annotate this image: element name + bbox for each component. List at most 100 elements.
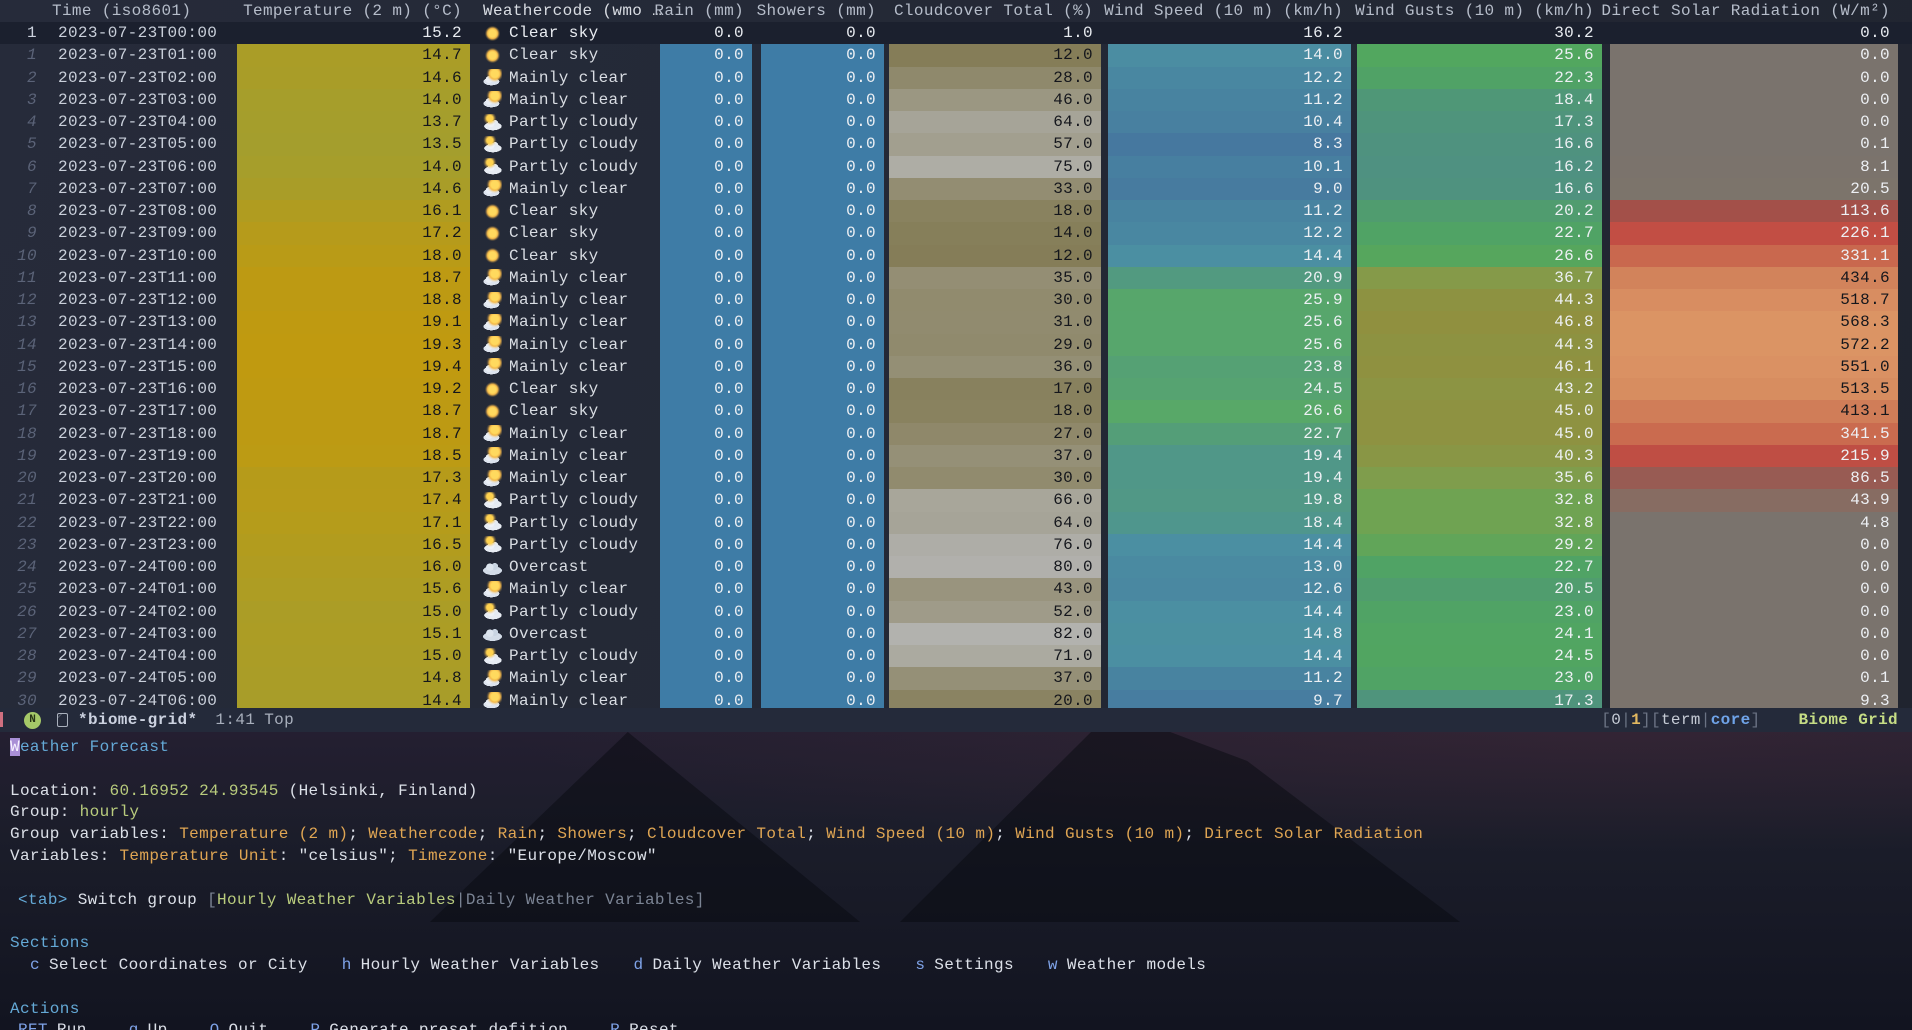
action-item-q[interactable]: qUp bbox=[129, 1020, 168, 1030]
group-variables-list: Temperature (2 m); Weathercode; Rain; Sh… bbox=[179, 825, 1423, 843]
cell-wind: 14.4 bbox=[1108, 645, 1351, 667]
cell-temp: 18.0 bbox=[237, 245, 470, 267]
table-row[interactable]: 212023-07-23T21:0017.4Partly cloudy0.00.… bbox=[0, 489, 1912, 511]
cell-solar: 513.5 bbox=[1610, 378, 1898, 400]
workspace-segment: term bbox=[1661, 711, 1701, 729]
cell-wind: 23.8 bbox=[1108, 356, 1351, 378]
cell-weathercode: Mainly clear bbox=[475, 67, 655, 89]
tab-hint-segment[interactable]: Hourly Weather Variables bbox=[217, 891, 456, 909]
location-coordinates[interactable]: 60.16952 24.93545 bbox=[110, 782, 279, 800]
tab-hint-segment[interactable]: Daily Weather Variables bbox=[466, 891, 695, 909]
cell-temp: 15.6 bbox=[237, 578, 470, 600]
table-row[interactable]: 292023-07-24T05:0014.8Mainly clear0.00.0… bbox=[0, 667, 1912, 689]
cell-wind: 19.4 bbox=[1108, 467, 1351, 489]
cell-solar: 0.0 bbox=[1610, 645, 1898, 667]
cell-rain: 0.0 bbox=[660, 512, 752, 534]
table-row[interactable]: 102023-07-23T10:0018.0Clear sky0.00.012.… bbox=[0, 245, 1912, 267]
table-row[interactable]: 22023-07-23T02:0014.6Mainly clear0.00.02… bbox=[0, 67, 1912, 89]
section-item-w[interactable]: wWeather models bbox=[1048, 955, 1206, 977]
partly-cloudy-icon bbox=[483, 514, 502, 531]
line-number: 5 bbox=[0, 135, 44, 153]
section-item-c[interactable]: cSelect Coordinates or City bbox=[30, 955, 308, 977]
weathercode-label: Mainly clear bbox=[509, 313, 628, 331]
table-row[interactable]: 222023-07-23T22:0017.1Partly cloudy0.00.… bbox=[0, 512, 1912, 534]
cell-gusts: 35.6 bbox=[1357, 467, 1602, 489]
action-label: Generate preset defition bbox=[329, 1021, 568, 1030]
cell-showers: 0.0 bbox=[761, 67, 884, 89]
table-row[interactable]: 162023-07-23T16:0019.2Clear sky0.00.017.… bbox=[0, 378, 1912, 400]
table-row[interactable]: 12023-07-23T01:0014.7Clear sky0.00.012.0… bbox=[0, 44, 1912, 66]
emacs-frame: Time (iso8601)Temperature (2 m) (°C)Weat… bbox=[0, 0, 1912, 1030]
cell-time: 2023-07-23T01:00 bbox=[44, 46, 230, 64]
cell-showers: 0.0 bbox=[761, 512, 884, 534]
section-key: d bbox=[634, 956, 644, 974]
action-item-R[interactable]: RReset bbox=[610, 1020, 679, 1030]
table-row[interactable]: 92023-07-23T09:0017.2Clear sky0.00.014.0… bbox=[0, 222, 1912, 244]
section-item-h[interactable]: hHourly Weather Variables bbox=[342, 955, 600, 977]
separator: ; bbox=[995, 825, 1015, 843]
table-row[interactable]: 32023-07-23T03:0014.0Mainly clear0.00.04… bbox=[0, 89, 1912, 111]
group-value[interactable]: hourly bbox=[80, 803, 140, 821]
cell-wind: 11.2 bbox=[1108, 89, 1351, 111]
group-variables-label: Group variables: bbox=[10, 825, 179, 843]
cell-cloud: 18.0 bbox=[889, 200, 1101, 222]
cell-solar: 43.9 bbox=[1610, 489, 1898, 511]
table-row[interactable]: 302023-07-24T06:0014.4Mainly clear0.00.0… bbox=[0, 690, 1912, 709]
section-item-s[interactable]: sSettings bbox=[915, 955, 1014, 977]
buffer-name[interactable]: *biome-grid* bbox=[78, 711, 197, 729]
table-row[interactable]: 132023-07-23T13:0019.1Mainly clear0.00.0… bbox=[0, 311, 1912, 333]
table-row[interactable]: 192023-07-23T19:0018.5Mainly clear0.00.0… bbox=[0, 445, 1912, 467]
table-row[interactable]: 82023-07-23T08:0016.1Clear sky0.00.018.0… bbox=[0, 200, 1912, 222]
line-number: 1 bbox=[0, 46, 44, 64]
section-label: Weather models bbox=[1067, 956, 1206, 974]
clear-sky-icon bbox=[483, 47, 502, 64]
table-row[interactable]: 202023-07-23T20:0017.3Mainly clear0.00.0… bbox=[0, 467, 1912, 489]
cell-wind: 14.0 bbox=[1108, 44, 1351, 66]
group-variable: Rain bbox=[498, 825, 538, 843]
cell-wind: 14.4 bbox=[1108, 534, 1351, 556]
line-number: 24 bbox=[0, 558, 44, 576]
cell-gusts: 32.8 bbox=[1357, 512, 1602, 534]
weathercode-label: Mainly clear bbox=[509, 358, 628, 376]
table-row[interactable]: 152023-07-23T15:0019.4Mainly clear0.00.0… bbox=[0, 356, 1912, 378]
workspace-indicator[interactable]: [0|1][term|core] bbox=[1601, 711, 1760, 729]
table-row[interactable]: 232023-07-23T23:0016.5Partly cloudy0.00.… bbox=[0, 534, 1912, 556]
table-row[interactable]: 122023-07-23T12:0018.8Mainly clear0.00.0… bbox=[0, 289, 1912, 311]
clear-sky-icon bbox=[483, 203, 502, 220]
cell-weathercode: Partly cloudy bbox=[475, 534, 655, 556]
table-row[interactable]: 52023-07-23T05:0013.5Partly cloudy0.00.0… bbox=[0, 133, 1912, 155]
action-item-Q[interactable]: QQuit bbox=[210, 1020, 269, 1030]
table-row[interactable]: 172023-07-23T17:0018.7Clear sky0.00.018.… bbox=[0, 400, 1912, 422]
line-number: 30 bbox=[0, 692, 44, 708]
table-row[interactable]: 282023-07-24T04:0015.0Partly cloudy0.00.… bbox=[0, 645, 1912, 667]
workspace-segment: 0 bbox=[1611, 711, 1621, 729]
cell-cloud: 76.0 bbox=[889, 534, 1101, 556]
section-item-d[interactable]: dDaily Weather Variables bbox=[634, 955, 882, 977]
line-number: 29 bbox=[0, 669, 44, 687]
table-row[interactable]: 112023-07-23T11:0018.7Mainly clear0.00.0… bbox=[0, 267, 1912, 289]
cell-weathercode: Partly cloudy bbox=[475, 133, 655, 155]
cell-gusts: 22.7 bbox=[1357, 556, 1602, 578]
table-row[interactable]: 42023-07-23T04:0013.7Partly cloudy0.00.0… bbox=[0, 111, 1912, 133]
table-row[interactable]: 142023-07-23T14:0019.3Mainly clear0.00.0… bbox=[0, 334, 1912, 356]
weathercode-label: Mainly clear bbox=[509, 291, 628, 309]
table-row[interactable]: 72023-07-23T07:0014.6Mainly clear0.00.03… bbox=[0, 178, 1912, 200]
table-row[interactable]: 242023-07-24T00:0016.0Overcast0.00.080.0… bbox=[0, 556, 1912, 578]
action-item-P[interactable]: PGenerate preset defition bbox=[310, 1020, 568, 1030]
mainly-clear-icon bbox=[483, 447, 502, 464]
workspace-segment: | bbox=[1621, 711, 1631, 729]
cell-time: 2023-07-23T19:00 bbox=[44, 447, 230, 465]
table-row[interactable]: 182023-07-23T18:0018.7Mainly clear0.00.0… bbox=[0, 423, 1912, 445]
cell-time: 2023-07-23T04:00 bbox=[44, 113, 230, 131]
line-number: 1 bbox=[0, 24, 44, 42]
table-row[interactable]: 252023-07-24T01:0015.6Mainly clear0.00.0… bbox=[0, 578, 1912, 600]
line-number: 3 bbox=[0, 91, 44, 109]
table-row[interactable]: 12023-07-23T00:0015.2Clear sky0.00.01.01… bbox=[0, 22, 1912, 44]
action-item-RET[interactable]: RETRun bbox=[18, 1020, 87, 1030]
clear-sky-icon bbox=[483, 225, 502, 242]
table-row[interactable]: 262023-07-24T02:0015.0Partly cloudy0.00.… bbox=[0, 601, 1912, 623]
cell-gusts: 46.1 bbox=[1357, 356, 1602, 378]
section-key: s bbox=[915, 956, 925, 974]
table-row[interactable]: 62023-07-23T06:0014.0Partly cloudy0.00.0… bbox=[0, 156, 1912, 178]
table-row[interactable]: 272023-07-24T03:0015.1Overcast0.00.082.0… bbox=[0, 623, 1912, 645]
